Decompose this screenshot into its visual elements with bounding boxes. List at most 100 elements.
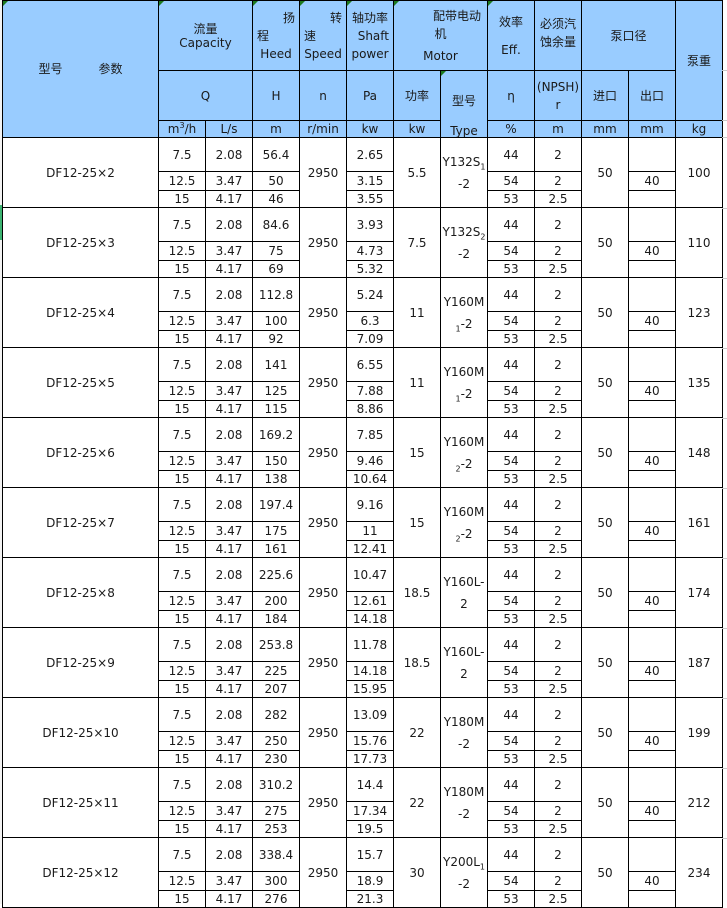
outlet-cell-empty[interactable] bbox=[628, 540, 676, 558]
efficiency-cell[interactable]: 44 bbox=[487, 767, 535, 802]
inlet-cell[interactable]: 50 bbox=[581, 417, 629, 488]
shaft-power-cell[interactable]: 15.95 bbox=[346, 680, 394, 698]
head-cell[interactable]: 225.6 bbox=[252, 557, 300, 592]
capacity-m3h-cell[interactable]: 7.5 bbox=[158, 557, 206, 592]
speed-cell[interactable]: 2950 bbox=[299, 347, 347, 418]
efficiency-cell[interactable]: 54 bbox=[487, 241, 535, 261]
shaft-power-cell[interactable]: 18.9 bbox=[346, 871, 394, 891]
inlet-cell[interactable]: 50 bbox=[581, 697, 629, 768]
shaft-power-cell[interactable]: 17.73 bbox=[346, 750, 394, 768]
efficiency-cell[interactable]: 44 bbox=[487, 627, 535, 662]
shaft-power-cell[interactable]: 15.7 bbox=[346, 837, 394, 872]
shaft-power-cell[interactable]: 13.09 bbox=[346, 697, 394, 732]
capacity-ls-cell[interactable]: 2.08 bbox=[205, 697, 253, 732]
weight-cell[interactable]: 199 bbox=[675, 697, 723, 768]
head-cell[interactable]: 275 bbox=[252, 801, 300, 821]
capacity-m3h-cell[interactable]: 15 bbox=[158, 260, 206, 278]
shaft-power-cell[interactable]: 15.76 bbox=[346, 731, 394, 751]
efficiency-cell[interactable]: 54 bbox=[487, 311, 535, 331]
outlet-cell-empty[interactable] bbox=[628, 190, 676, 208]
head-cell[interactable]: 141 bbox=[252, 347, 300, 382]
shaft-power-cell[interactable]: 14.18 bbox=[346, 610, 394, 628]
npsh-cell[interactable]: 2 bbox=[534, 801, 582, 821]
outlet-cell[interactable]: 40 bbox=[628, 241, 676, 261]
shaft-power-cell[interactable]: 12.41 bbox=[346, 540, 394, 558]
capacity-ls-cell[interactable]: 4.17 bbox=[205, 890, 253, 908]
efficiency-cell[interactable]: 54 bbox=[487, 731, 535, 751]
speed-cell[interactable]: 2950 bbox=[299, 627, 347, 698]
model-name-cell[interactable]: DF12-25×5 bbox=[2, 347, 159, 418]
efficiency-cell[interactable]: 54 bbox=[487, 521, 535, 541]
npsh-cell[interactable]: 2 bbox=[534, 837, 582, 872]
outlet-cell-empty[interactable] bbox=[628, 470, 676, 488]
weight-cell[interactable]: 187 bbox=[675, 627, 723, 698]
capacity-m3h-cell[interactable]: 7.5 bbox=[158, 487, 206, 522]
outlet-cell[interactable]: 40 bbox=[628, 171, 676, 191]
motor-type-cell[interactable]: Y160M 1-2 bbox=[440, 347, 488, 418]
npsh-cell[interactable]: 2 bbox=[534, 591, 582, 611]
outlet-cell-empty[interactable] bbox=[628, 277, 676, 312]
capacity-m3h-cell[interactable]: 12.5 bbox=[158, 801, 206, 821]
motor-power-cell[interactable]: 7.5 bbox=[393, 207, 441, 278]
port-header[interactable]: 泵口径 bbox=[581, 0, 676, 71]
efficiency-cell[interactable]: 53 bbox=[487, 400, 535, 418]
inlet-cell[interactable]: 50 bbox=[581, 557, 629, 628]
capacity-ls-cell[interactable]: 2.08 bbox=[205, 487, 253, 522]
motor-power-cell[interactable]: 15 bbox=[393, 417, 441, 488]
weight-cell[interactable]: 135 bbox=[675, 347, 723, 418]
model-name-cell[interactable]: DF12-25×3 bbox=[2, 207, 159, 278]
efficiency-cell[interactable]: 54 bbox=[487, 871, 535, 891]
outlet-cell[interactable]: 40 bbox=[628, 871, 676, 891]
outlet-cell-empty[interactable] bbox=[628, 750, 676, 768]
model-name-cell[interactable]: DF12-25×8 bbox=[2, 557, 159, 628]
capacity-ls-cell[interactable]: 3.47 bbox=[205, 171, 253, 191]
capacity-m3h-cell[interactable]: 12.5 bbox=[158, 451, 206, 471]
speed-cell[interactable]: 2950 bbox=[299, 837, 347, 908]
npsh-cell[interactable]: 2 bbox=[534, 417, 582, 452]
outlet-cell-empty[interactable] bbox=[628, 207, 676, 242]
npsh-cell[interactable]: 2.5 bbox=[534, 330, 582, 348]
motor-power-cell[interactable]: 22 bbox=[393, 767, 441, 838]
speed-header[interactable]: 转 速 Speed bbox=[299, 0, 347, 71]
npsh-cell[interactable]: 2.5 bbox=[534, 470, 582, 488]
motor-power-cell[interactable]: 5.5 bbox=[393, 137, 441, 208]
shaft-power-cell[interactable]: 11.78 bbox=[346, 627, 394, 662]
capacity-m3h-cell[interactable]: 7.5 bbox=[158, 837, 206, 872]
shaft-power-cell[interactable]: 14.4 bbox=[346, 767, 394, 802]
speed-cell[interactable]: 2950 bbox=[299, 767, 347, 838]
model-name-cell[interactable]: DF12-25×6 bbox=[2, 417, 159, 488]
model-params-header[interactable]: 型号 参数 bbox=[2, 0, 159, 138]
npsh-cell[interactable]: 2.5 bbox=[534, 540, 582, 558]
speed-cell[interactable]: 2950 bbox=[299, 137, 347, 208]
efficiency-cell[interactable]: 53 bbox=[487, 890, 535, 908]
weight-cell[interactable]: 100 bbox=[675, 137, 723, 208]
inlet-cell[interactable]: 50 bbox=[581, 487, 629, 558]
head-cell[interactable]: 138 bbox=[252, 470, 300, 488]
head-cell[interactable]: 197.4 bbox=[252, 487, 300, 522]
outlet-cell-empty[interactable] bbox=[628, 627, 676, 662]
motor-type-cell[interactable]: Y160M 2-2 bbox=[440, 417, 488, 488]
outlet-cell-empty[interactable] bbox=[628, 697, 676, 732]
capacity-ls-cell[interactable]: 4.17 bbox=[205, 190, 253, 208]
capacity-m3h-cell[interactable]: 12.5 bbox=[158, 591, 206, 611]
capacity-m3h-cell[interactable]: 15 bbox=[158, 890, 206, 908]
motor-type-cell[interactable]: Y180M -2 bbox=[440, 697, 488, 768]
speed-cell[interactable]: 2950 bbox=[299, 207, 347, 278]
shaft-power-cell[interactable]: 4.73 bbox=[346, 241, 394, 261]
outlet-cell-empty[interactable] bbox=[628, 890, 676, 908]
motor-power-cell[interactable]: 30 bbox=[393, 837, 441, 908]
npsh-cell[interactable]: 2 bbox=[534, 347, 582, 382]
npsh-cell[interactable]: 2.5 bbox=[534, 260, 582, 278]
shaft-power-cell[interactable]: 9.16 bbox=[346, 487, 394, 522]
capacity-ls-cell[interactable]: 3.47 bbox=[205, 591, 253, 611]
npsh-cell[interactable]: 2.5 bbox=[534, 680, 582, 698]
inlet-cell[interactable]: 50 bbox=[581, 277, 629, 348]
shaft-power-cell[interactable]: 3.55 bbox=[346, 190, 394, 208]
head-cell[interactable]: 50 bbox=[252, 171, 300, 191]
motor-type-cell[interactable]: Y180M -2 bbox=[440, 767, 488, 838]
outlet-cell[interactable]: 40 bbox=[628, 801, 676, 821]
model-name-cell[interactable]: DF12-25×12 bbox=[2, 837, 159, 908]
capacity-ls-cell[interactable]: 3.47 bbox=[205, 241, 253, 261]
npsh-cell[interactable]: 2.5 bbox=[534, 400, 582, 418]
outlet-cell-empty[interactable] bbox=[628, 680, 676, 698]
